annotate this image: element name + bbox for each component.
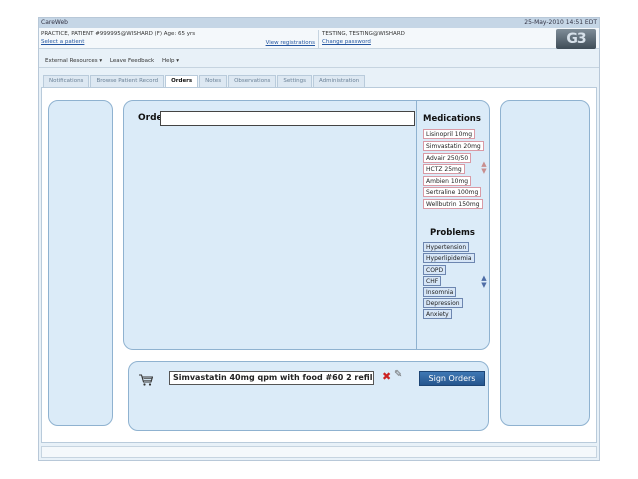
medications-scroll-down-icon[interactable]: ▼ [480, 168, 488, 175]
med-problem-column: Medications Lisinopril 10mg Simvastatin … [416, 101, 489, 349]
order-input[interactable] [160, 111, 415, 126]
status-strip [41, 446, 597, 458]
edit-order-icon[interactable]: ✎ [394, 369, 402, 380]
menu-help[interactable]: Help ▾ [162, 58, 179, 64]
medications-scroll: ▲ ▼ [480, 161, 488, 175]
tab-observations[interactable]: Observations [228, 75, 277, 87]
change-password-link[interactable]: Change password [322, 38, 552, 46]
med-item-sertraline[interactable]: Sertraline 100mg [423, 187, 482, 197]
tab-notes[interactable]: Notes [199, 75, 228, 87]
delete-order-icon[interactable]: ✖ [382, 370, 391, 383]
problems-title: Problems [430, 228, 475, 238]
app-name: CareWeb [41, 19, 68, 26]
sign-orders-button[interactable]: Sign Orders [419, 371, 485, 386]
med-item-advair[interactable]: Advair 250/50 [423, 153, 472, 163]
order-cart-panel: Simvastatin 40mg qpm with food #60 2 ref… [128, 361, 489, 431]
tab-orders[interactable]: Orders [165, 75, 199, 87]
user-info-section: TESTING, TESTING@WISHARD Change password [322, 30, 552, 48]
menu-leave-feedback[interactable]: Leave Feedback [110, 58, 154, 64]
right-panel [500, 100, 590, 426]
med-item-wellbutrin[interactable]: Wellbutrin 150mg [423, 199, 483, 209]
view-registrations-link[interactable]: View registrations [266, 40, 315, 46]
problem-item-hyperlipidemia[interactable]: Hyperlipidemia [423, 253, 475, 263]
problem-item-hypertension[interactable]: Hypertension [423, 242, 470, 252]
orders-workspace: Order Medications Lisinopril 10mg Simvas… [41, 87, 597, 443]
patient-user-bar: PRACTICE, PATIENT #999995@WISHARD (F) Ag… [39, 28, 599, 49]
med-item-lisinopril[interactable]: Lisinopril 10mg [423, 129, 476, 139]
med-item-simvastatin[interactable]: Simvastatin 20mg [423, 141, 484, 151]
tab-administration[interactable]: Administration [312, 75, 366, 87]
tab-bar: Notifications Browse Patient Record Orde… [43, 75, 366, 87]
tab-settings[interactable]: Settings [277, 75, 312, 87]
tab-browse-patient-record[interactable]: Browse Patient Record [90, 75, 165, 87]
left-panel [48, 100, 113, 426]
patient-info-section: PRACTICE, PATIENT #999995@WISHARD (F) Ag… [41, 30, 319, 48]
g3-logo: G3 [556, 29, 596, 49]
problem-item-chf[interactable]: CHF [423, 276, 442, 286]
medications-title: Medications [423, 114, 481, 124]
menu-bar: External Resources ▾ Leave Feedback Help… [39, 54, 599, 68]
tab-notifications[interactable]: Notifications [43, 75, 90, 87]
problems-scroll-down-icon[interactable]: ▼ [480, 282, 488, 289]
problem-item-depression[interactable]: Depression [423, 298, 463, 308]
title-bar: CareWeb 25-May-2010 14:51 EDT [39, 18, 599, 28]
user-name: TESTING, TESTING@WISHARD [322, 31, 405, 37]
problems-scroll: ▲ ▼ [480, 275, 488, 289]
menu-external-resources[interactable]: External Resources ▾ [45, 58, 102, 64]
datetime: 25-May-2010 14:51 EDT [524, 19, 597, 26]
shopping-cart-icon[interactable] [139, 371, 154, 386]
problem-item-anxiety[interactable]: Anxiety [423, 309, 452, 319]
problem-item-copd[interactable]: COPD [423, 265, 447, 275]
order-entry-panel: Order Medications Lisinopril 10mg Simvas… [123, 100, 490, 350]
med-item-hctz[interactable]: HCTZ 25mg [423, 164, 465, 174]
patient-info: PRACTICE, PATIENT #999995@WISHARD (F) Ag… [41, 31, 196, 37]
careweb-window: CareWeb 25-May-2010 14:51 EDT PRACTICE, … [38, 17, 600, 461]
med-item-ambien[interactable]: Ambien 10mg [423, 176, 472, 186]
pending-order-item[interactable]: Simvastatin 40mg qpm with food #60 2 ref… [169, 371, 374, 385]
problem-item-insomnia[interactable]: Insomnia [423, 287, 457, 297]
